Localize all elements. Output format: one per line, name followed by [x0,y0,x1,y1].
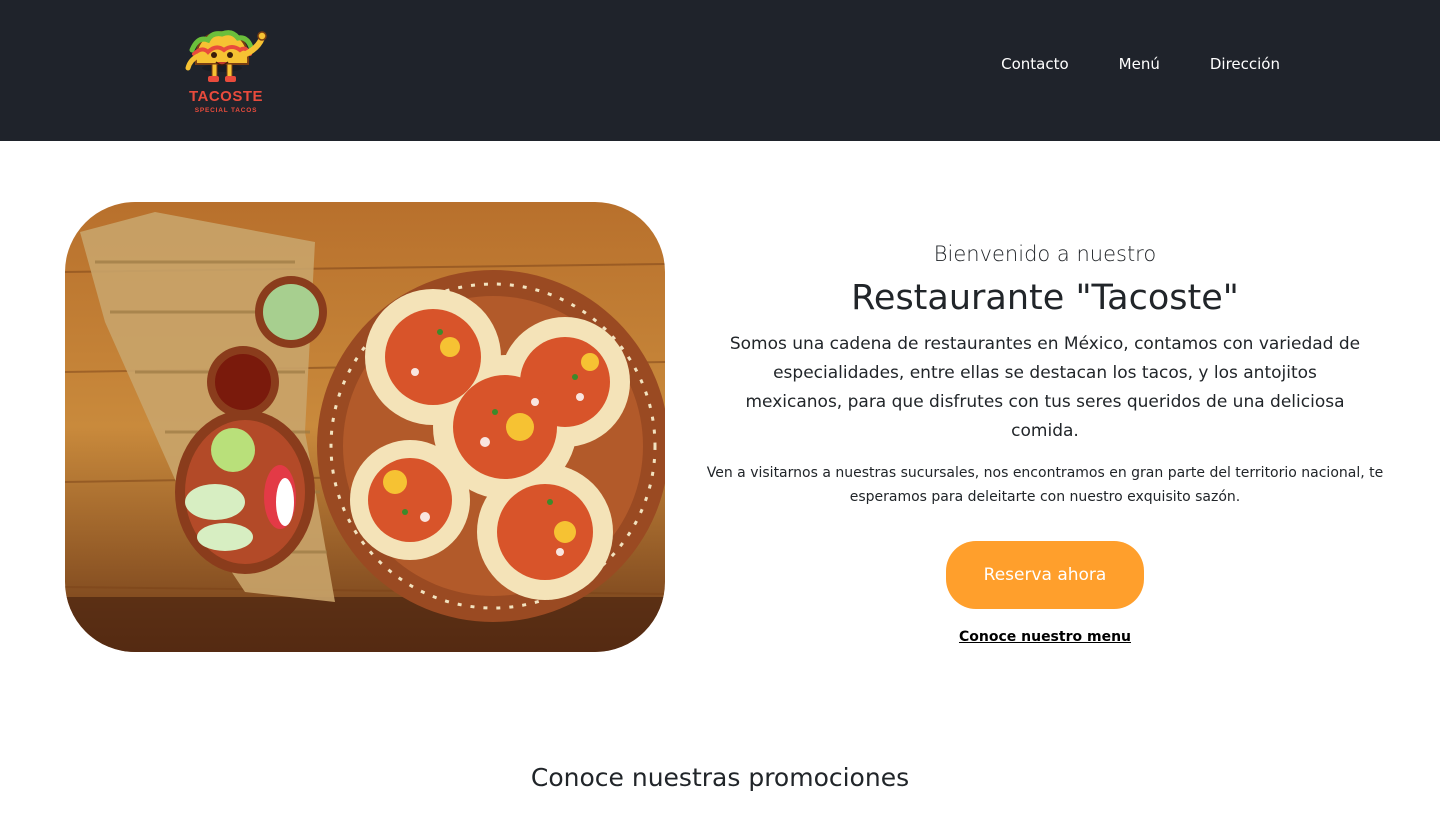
nav-link-direccion[interactable]: Dirección [1210,55,1280,73]
promotions-heading: Conoce nuestras promociones [530,763,910,792]
hero-image [65,202,665,652]
nav-link-menu[interactable]: Menú [1119,55,1160,73]
brand-logo[interactable]: TACOSTE SPECIAL TACOS [178,24,274,120]
menu-link[interactable]: Conoce nuestro menu [959,629,1131,645]
logo-subtitle: SPECIAL TACOS [194,107,258,114]
logo-title: TACOSTE [188,88,264,105]
reserve-now-button[interactable]: Reserva ahora [946,541,1144,609]
hero-lead: Somos una cadena de restaurantes en Méxi… [729,334,1361,441]
hero-text: Bienvenido a nuestro Restaurante "Tacost… [700,240,1390,645]
hero-welcome: Bienvenido a nuestro [933,242,1157,266]
hero-title: Restaurante "Tacoste" [851,278,1239,318]
taco-mascot-icon [185,30,267,82]
main-nav: Contacto Menú Dirección [1001,55,1280,73]
top-navbar: TACOSTE SPECIAL TACOS Contacto Menú Dire… [0,0,1440,141]
nav-link-contacto[interactable]: Contacto [1001,55,1069,73]
tacos-photo-icon [65,202,665,652]
hero-description: Ven a visitarnos a nuestras sucursales, … [706,465,1384,505]
